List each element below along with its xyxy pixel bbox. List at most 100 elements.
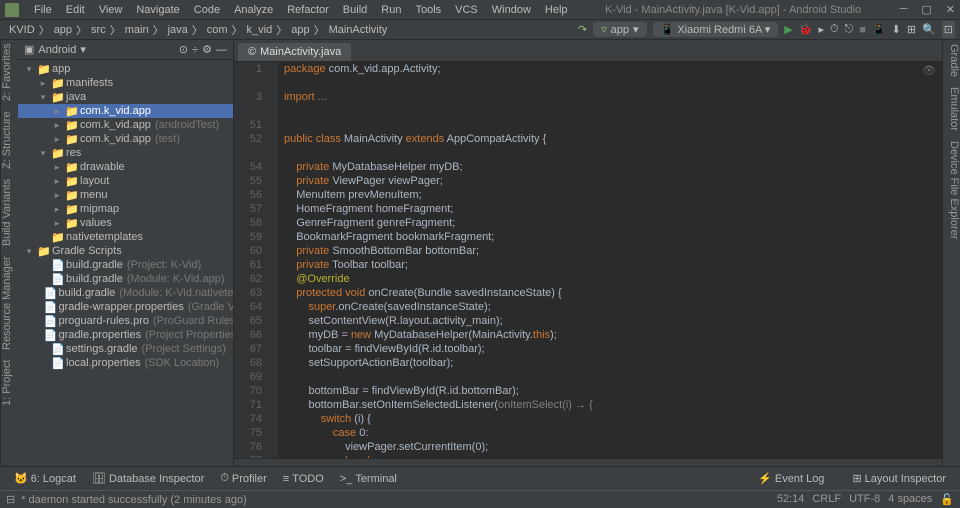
tree-item[interactable]: ▸📁values (18, 216, 233, 230)
code-line[interactable]: viewPager.setCurrentItem(0); (284, 440, 942, 454)
status-toggle-icon[interactable]: ⊟ (6, 493, 15, 506)
code-line[interactable]: BookmarkFragment bookmarkFragment; (284, 230, 942, 244)
menu-help[interactable]: Help (538, 4, 575, 16)
project-settings-icon[interactable]: ⊙ (179, 43, 188, 56)
tree-item[interactable]: 📁nativetemplates (18, 230, 233, 244)
tree-item[interactable]: 📄build.gradle(Module: K-Vid.app) (18, 272, 233, 286)
tool-tab[interactable]: ⊞Layout Inspector (844, 472, 954, 485)
code-line[interactable]: private ViewPager viewPager; (284, 174, 942, 188)
minimize-icon[interactable]: ─ (900, 3, 908, 16)
run-config-selector[interactable]: ▿app▾ (593, 22, 646, 37)
tree-item[interactable]: ▸📁mipmap (18, 202, 233, 216)
line-number[interactable]: 75 (234, 426, 262, 440)
code-line[interactable]: package com.k_vid.app.Activity; (284, 62, 942, 76)
strip-build-variants[interactable]: Build Variants (1, 179, 18, 246)
tool-tab[interactable]: ⚡Event Log (750, 472, 832, 485)
tree-item[interactable]: ▸📁com.k_vid.app(androidTest) (18, 118, 233, 132)
line-number[interactable]: 67 (234, 342, 262, 356)
tool-tab[interactable]: ⏱Profiler (212, 472, 274, 485)
line-number[interactable]: 63 (234, 286, 262, 300)
settings-icon[interactable]: ⊡ (942, 21, 955, 38)
menu-tools[interactable]: Tools (408, 4, 448, 16)
code-line[interactable]: import ... (284, 90, 942, 104)
project-tree[interactable]: ▾📁app▸📁manifests▾📁java▸📁com.k_vid.app▸📁c… (18, 60, 233, 466)
breadcrumb-item[interactable]: app (287, 24, 313, 36)
code-line[interactable]: super.onCreate(savedInstanceState); (284, 300, 942, 314)
code-line[interactable]: case 0: (284, 426, 942, 440)
expand-arrow-icon[interactable]: ▸ (52, 120, 62, 131)
code-line[interactable]: bottomBar.setOnItemSelectedListener(onIt… (284, 398, 942, 412)
file-encoding[interactable]: UTF-8 (849, 493, 880, 506)
tree-item[interactable]: ▾📁res (18, 146, 233, 160)
line-number[interactable] (234, 76, 262, 90)
strip-device-explorer[interactable]: Device File Explorer (943, 141, 960, 239)
breadcrumb-item[interactable]: java (164, 24, 192, 36)
stop-icon[interactable]: ■ (859, 24, 866, 36)
menu-window[interactable]: Window (485, 4, 538, 16)
tree-item[interactable]: 📄gradle-wrapper.properties(Gradle Versio… (18, 300, 233, 314)
expand-arrow-icon[interactable] (38, 232, 48, 242)
tree-item[interactable]: 📄settings.gradle(Project Settings) (18, 342, 233, 356)
line-number[interactable]: 57 (234, 202, 262, 216)
code-line[interactable]: @Override (284, 272, 942, 286)
line-number[interactable]: 65 (234, 314, 262, 328)
menu-vcs[interactable]: VCS (448, 4, 485, 16)
line-number[interactable]: 60 (234, 244, 262, 258)
code-line[interactable]: break; (284, 454, 942, 458)
code-line[interactable] (284, 118, 942, 132)
expand-arrow-icon[interactable]: ▸ (52, 134, 62, 145)
code-line[interactable]: toolbar = findViewById(R.id.toolbar); (284, 342, 942, 356)
expand-arrow-icon[interactable] (38, 358, 48, 368)
strip-favorites[interactable]: 2: Favorites (1, 44, 18, 101)
tree-item[interactable]: ▸📁menu (18, 188, 233, 202)
menu-code[interactable]: Code (187, 4, 227, 16)
expand-arrow-icon[interactable] (38, 274, 48, 284)
line-number[interactable]: 55 (234, 174, 262, 188)
line-number[interactable]: 74 (234, 412, 262, 426)
breadcrumb-item[interactable]: com (203, 24, 232, 36)
expand-arrow-icon[interactable] (38, 344, 48, 354)
maximize-icon[interactable]: ▢ (921, 3, 931, 16)
menu-navigate[interactable]: Navigate (129, 4, 186, 16)
line-number[interactable]: 66 (234, 328, 262, 342)
line-number[interactable]: 61 (234, 258, 262, 272)
line-number[interactable]: 71 (234, 398, 262, 412)
line-number[interactable]: 59 (234, 230, 262, 244)
code-line[interactable] (284, 370, 942, 384)
project-view-selector[interactable]: ▣ Android ▾ (24, 43, 86, 56)
line-number[interactable]: 68 (234, 356, 262, 370)
line-number[interactable]: 70 (234, 384, 262, 398)
inspection-eye-icon[interactable]: 👁 (922, 64, 936, 78)
line-number[interactable]: 52 (234, 132, 262, 146)
expand-arrow-icon[interactable]: ▾ (24, 64, 34, 75)
code-line[interactable]: private MyDatabaseHelper myDB; (284, 160, 942, 174)
tree-item[interactable]: ▾📁app (18, 62, 233, 76)
expand-arrow-icon[interactable]: ▾ (38, 148, 48, 159)
expand-arrow-icon[interactable] (38, 316, 41, 326)
expand-arrow-icon[interactable] (38, 302, 41, 312)
tree-item[interactable]: 📄build.gradle(Project: K-Vid) (18, 258, 233, 272)
tree-item[interactable]: 📄gradle.properties(Project Properties) (18, 328, 233, 342)
code-line[interactable]: myDB = new MyDatabaseHelper(MainActivity… (284, 328, 942, 342)
code-line[interactable] (284, 104, 942, 118)
breadcrumb-item[interactable]: main (121, 24, 153, 36)
code-line[interactable]: private SmoothBottomBar bottomBar; (284, 244, 942, 258)
collapse-icon[interactable]: ÷ (192, 44, 198, 56)
tree-item[interactable]: 📄build.gradle(Module: K-Vid.nativetempla… (18, 286, 233, 300)
line-number[interactable]: 69 (234, 370, 262, 384)
strip-gradle[interactable]: Gradle (943, 44, 960, 77)
close-icon[interactable]: ✕ (946, 3, 955, 16)
tree-item[interactable]: ▾📁Gradle Scripts (18, 244, 233, 258)
line-number[interactable]: 3 (234, 90, 262, 104)
code-line[interactable] (284, 76, 942, 90)
expand-arrow-icon[interactable]: ▸ (52, 106, 62, 117)
indent-setting[interactable]: 4 spaces (888, 493, 932, 506)
tree-item[interactable]: ▸📁layout (18, 174, 233, 188)
lock-icon[interactable]: 🔓 (940, 493, 954, 506)
line-number[interactable]: 51 (234, 118, 262, 132)
code-line[interactable]: setContentView(R.layout.activity_main); (284, 314, 942, 328)
line-number[interactable]: 58 (234, 216, 262, 230)
code-line[interactable]: MenuItem prevMenuItem; (284, 188, 942, 202)
code-line[interactable]: HomeFragment homeFragment; (284, 202, 942, 216)
expand-arrow-icon[interactable] (38, 260, 48, 270)
